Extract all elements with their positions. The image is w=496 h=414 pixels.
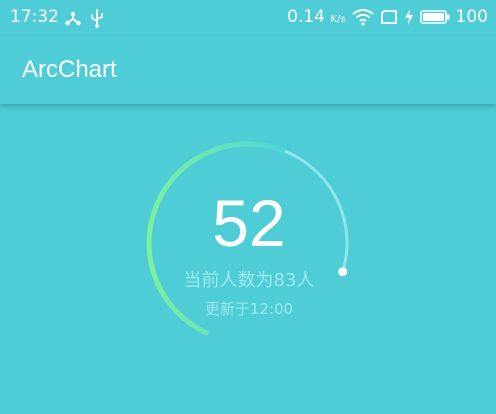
arc-gauge: 52 当前人数为83人 更新于12:00 [146,141,349,336]
gauge-knob[interactable] [338,267,348,277]
gauge-value: 52 [212,186,285,260]
status-bar: 17:32 0.14 K/s 100 [0,0,496,36]
app-bar: ArcChart [0,36,496,104]
battery-level: 100 [455,7,488,27]
update-time-label: 更新于12:00 [205,300,293,318]
battery-icon [419,10,450,24]
wifi-icon [351,9,374,26]
content-area: 52 当前人数为83人 更新于12:00 [0,104,496,414]
sim-icon [380,10,397,24]
app-title: ArcChart [22,56,117,83]
charging-icon [404,9,413,25]
network-speed: 0.14 K/s [287,7,346,27]
share-icon [65,11,81,26]
people-count-label: 当前人数为83人 [184,270,315,291]
usb-icon [91,9,103,28]
status-time: 17:32 [10,7,59,27]
